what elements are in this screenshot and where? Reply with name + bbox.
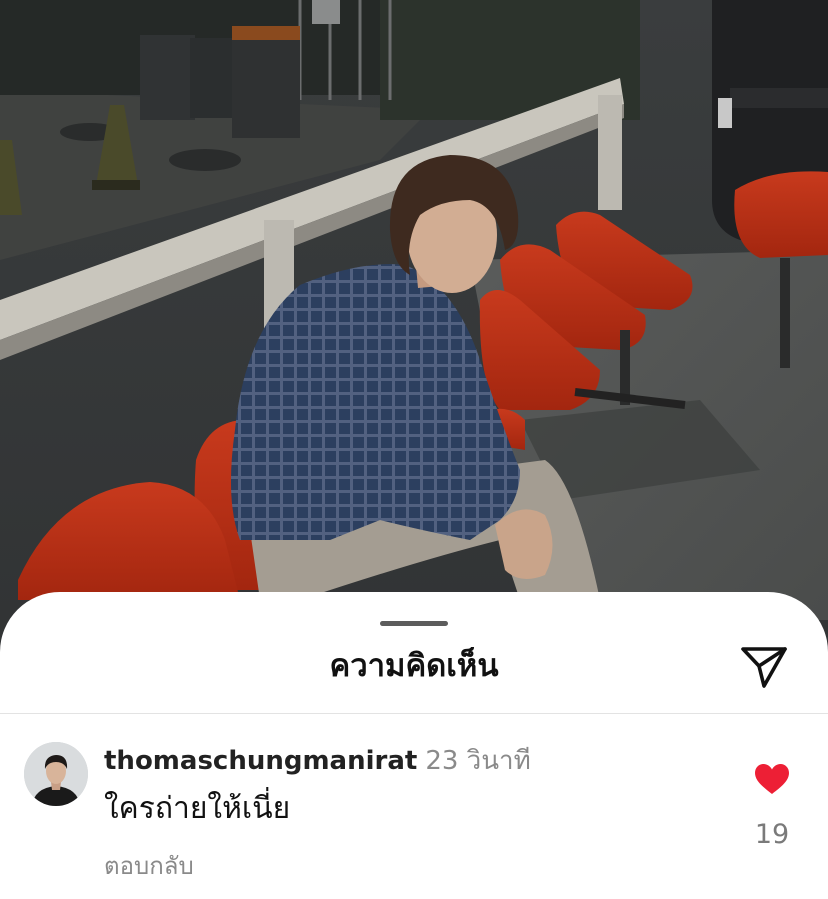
reply-button[interactable]: ตอบกลับ: [104, 850, 194, 882]
comment-item: thomaschungmanirat 23 วินาที ใครถ่ายให้เน…: [0, 714, 828, 899]
sheet-drag-handle[interactable]: [380, 621, 448, 626]
sheet-title: ความคิดเห็น: [329, 648, 499, 684]
comment-like-button[interactable]: [753, 762, 791, 796]
comment-timestamp: 23 วินาที: [425, 746, 531, 776]
commenter-username[interactable]: thomaschungmanirat: [104, 746, 417, 776]
profile-avatar-image: [24, 742, 88, 806]
paper-plane-icon: [741, 647, 787, 688]
comment-meta: thomaschungmanirat 23 วินาที: [104, 744, 531, 778]
share-button[interactable]: [738, 644, 790, 690]
post-viewer-screen: ความคิดเห็น thomaschungmanirat 23 วินาที: [0, 0, 828, 899]
heart-filled-icon: [755, 764, 789, 794]
comment-like-count: 19: [754, 819, 790, 850]
comment-text: ใครถ่ายให้เนี่ย: [104, 791, 291, 826]
comments-sheet: ความคิดเห็น thomaschungmanirat 23 วินาที: [0, 592, 828, 899]
commenter-avatar[interactable]: [24, 742, 88, 806]
